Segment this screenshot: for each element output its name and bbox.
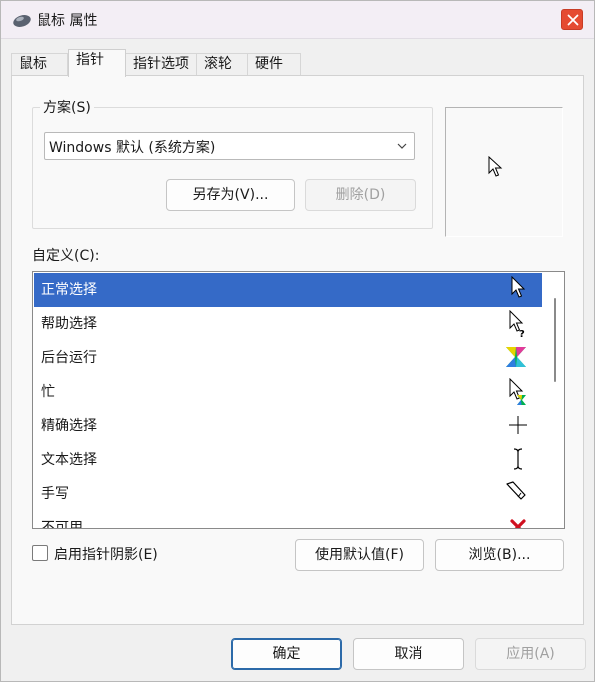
list-item[interactable]: 正常选择	[34, 273, 542, 307]
crosshair-cursor-icon	[509, 416, 527, 434]
list-item-label: 后台运行	[41, 350, 97, 366]
cursor-list[interactable]: 正常选择 帮助选择 ? 后台运行 忙 精确选择 文本选择 手写 不可用	[32, 271, 565, 529]
ok-button[interactable]: 确定	[231, 638, 342, 670]
shadow-label[interactable]: 启用指针阴影(E)	[54, 544, 158, 564]
title-bar[interactable]: 鼠标 属性	[1, 1, 594, 39]
working-cursor-icon	[509, 378, 526, 405]
close-button[interactable]	[561, 9, 583, 30]
list-item[interactable]: 手写	[34, 477, 542, 511]
list-item-label: 帮助选择	[41, 316, 97, 332]
use-default-button[interactable]: 使用默认值(F)	[295, 539, 424, 571]
svg-text:?: ?	[519, 329, 525, 338]
list-item-label: 忙	[41, 384, 55, 400]
list-item[interactable]: 帮助选择 ?	[34, 307, 542, 341]
list-item-label: 不可用	[41, 520, 83, 529]
list-item[interactable]: 后台运行	[34, 341, 542, 375]
save-as-button[interactable]: 另存为(V)...	[166, 179, 295, 211]
scrollbar-thumb[interactable]	[554, 298, 556, 382]
list-item[interactable]: 精确选择	[34, 409, 542, 443]
scheme-selected-value: Windows 默认 (系统方案)	[49, 140, 216, 156]
customize-label: 自定义(C):	[32, 248, 100, 264]
busy-cursor-icon	[506, 347, 526, 367]
delete-button[interactable]: 删除(D)	[305, 179, 416, 211]
pointers-panel: 方案(S) Windows 默认 (系统方案) 另存为(V)... 删除(D) …	[11, 75, 584, 625]
list-scrollbar[interactable]	[550, 274, 562, 526]
apply-button[interactable]: 应用(A)	[475, 638, 586, 670]
text-beam-cursor-icon	[513, 448, 523, 470]
close-icon	[567, 14, 579, 26]
list-item[interactable]: 忙	[34, 375, 542, 409]
list-item[interactable]: 文本选择	[34, 443, 542, 477]
pen-cursor-icon	[506, 481, 526, 500]
list-item-label: 精确选择	[41, 418, 97, 434]
tab-pointer-options[interactable]: 指针选项	[125, 53, 197, 77]
scheme-legend: 方案(S)	[40, 97, 94, 117]
list-item[interactable]: 不可用	[34, 511, 542, 529]
help-cursor-icon: ?	[509, 310, 525, 338]
scheme-group: 方案(S) Windows 默认 (系统方案) 另存为(V)... 删除(D)	[32, 97, 433, 229]
unavailable-cursor-icon	[510, 519, 526, 528]
list-item-label: 文本选择	[41, 452, 97, 468]
shadow-checkbox[interactable]	[32, 545, 48, 561]
tab-buttons[interactable]: 鼠标键	[11, 53, 68, 93]
window-title: 鼠标 属性	[37, 13, 98, 29]
mouse-properties-window: 鼠标 属性 鼠标键 指针 指针选项 滚轮 硬件 方案(S) Windows 默认…	[0, 0, 595, 682]
browse-button[interactable]: 浏览(B)...	[435, 539, 564, 571]
cursor-preview	[445, 107, 563, 237]
arrow-cursor-icon	[511, 276, 526, 298]
list-item-label: 手写	[41, 486, 69, 502]
arrow-cursor-icon	[488, 156, 503, 177]
scheme-dropdown[interactable]: Windows 默认 (系统方案)	[44, 132, 415, 160]
tab-pointers[interactable]: 指针	[68, 49, 126, 77]
mouse-icon	[13, 15, 31, 27]
tab-hardware[interactable]: 硬件	[247, 53, 301, 77]
list-item-label: 正常选择	[41, 282, 97, 298]
tab-wheel[interactable]: 滚轮	[196, 53, 248, 77]
cancel-button[interactable]: 取消	[353, 638, 464, 670]
chevron-down-icon	[397, 143, 407, 149]
tab-strip: 鼠标键 指针 指针选项 滚轮 硬件	[11, 49, 591, 93]
